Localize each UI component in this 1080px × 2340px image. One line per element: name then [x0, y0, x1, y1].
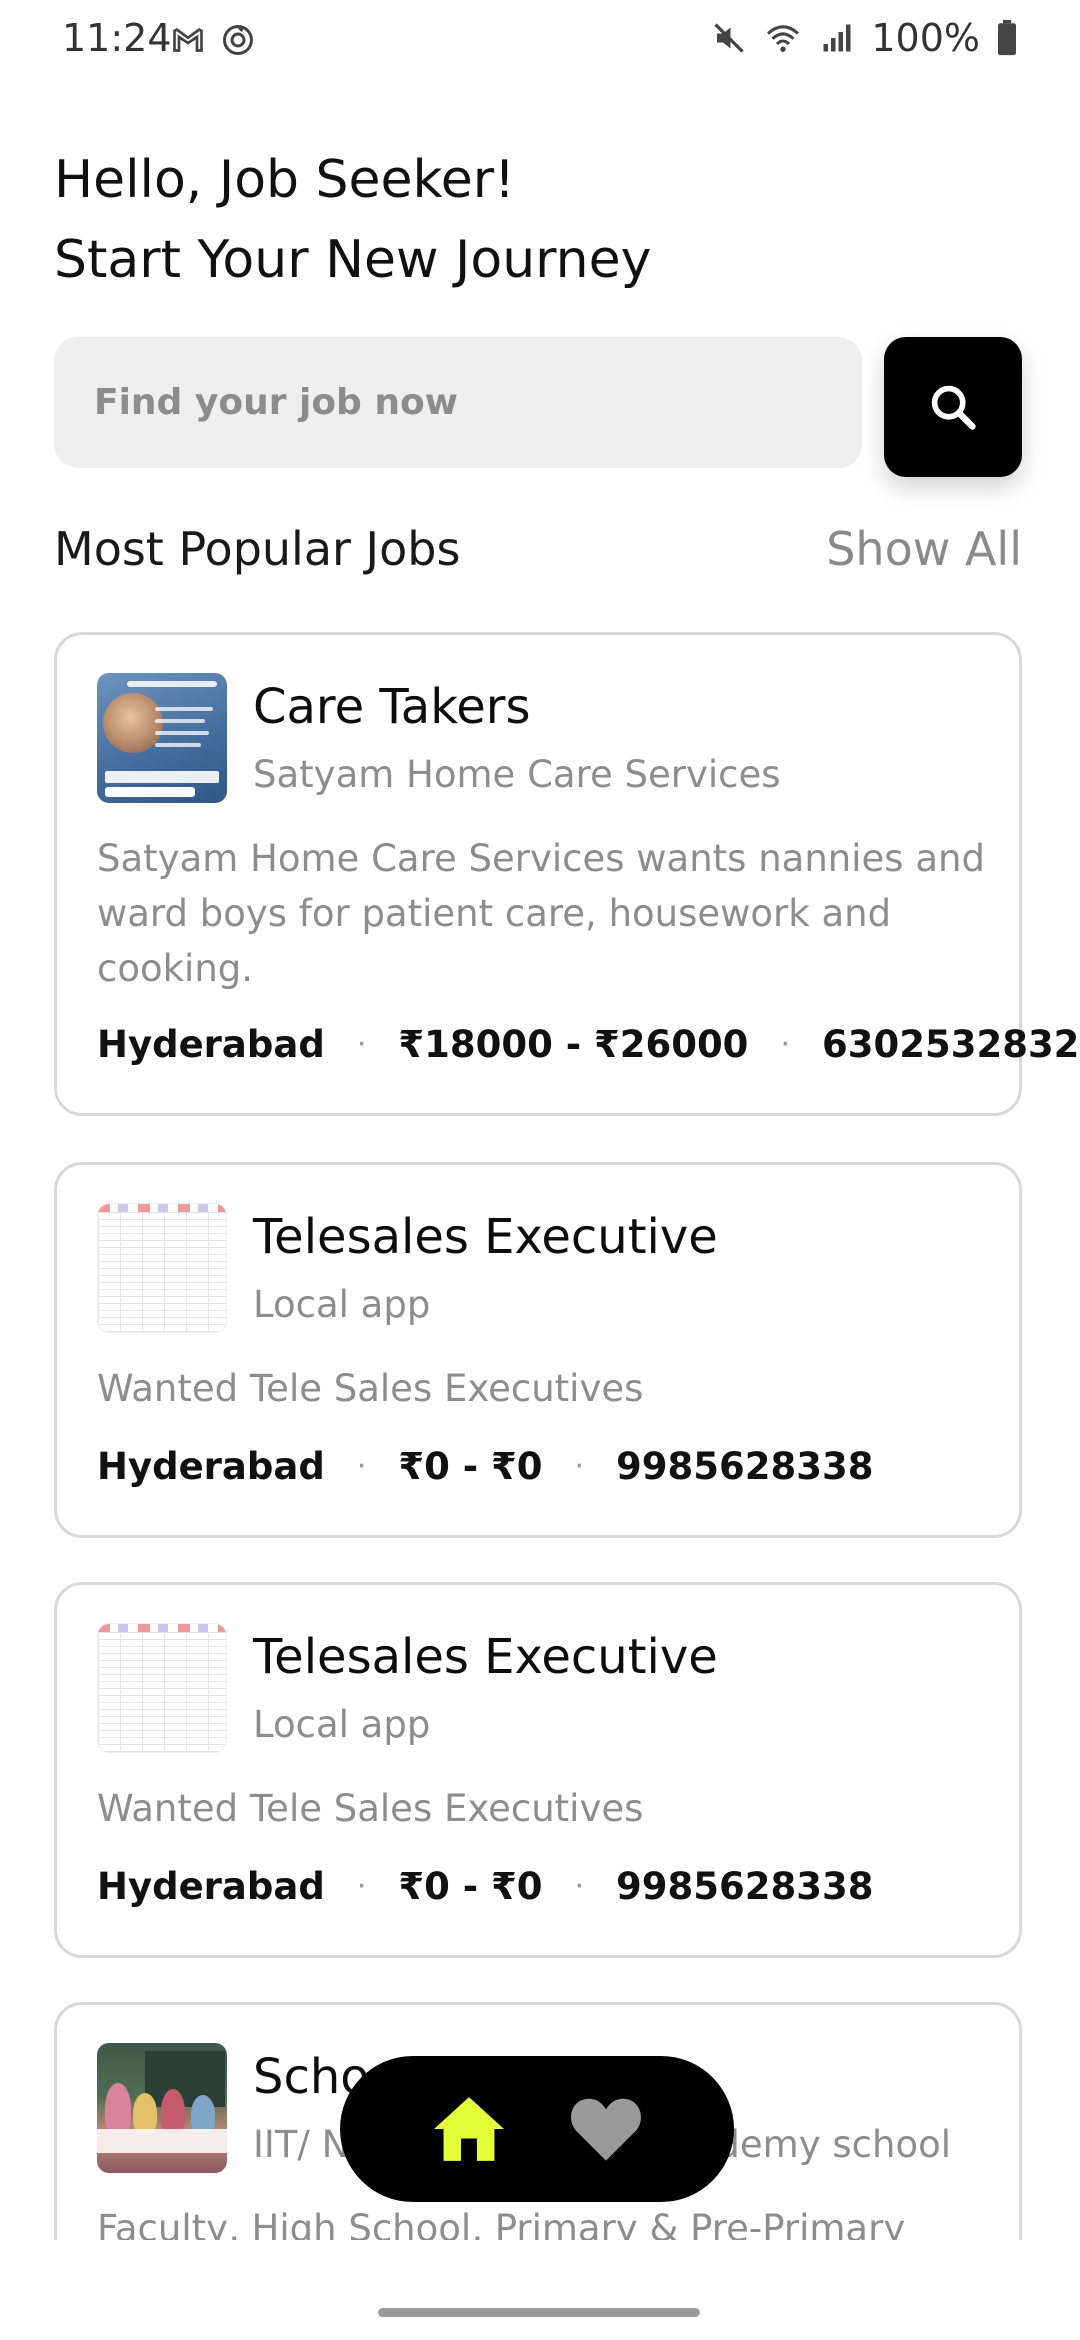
battery-icon	[998, 20, 1016, 56]
job-thumbnail	[97, 1203, 227, 1333]
separator-dot: ·	[574, 1449, 585, 1484]
job-thumbnail	[97, 2043, 227, 2173]
separator-dot: ·	[574, 1869, 585, 1904]
separator-dot: ·	[356, 1027, 367, 1062]
separator-dot: ·	[356, 1869, 367, 1904]
job-title: Telesales Executive	[253, 1629, 718, 1685]
job-title: Telesales Executive	[253, 1209, 718, 1265]
job-salary: ₹18000 - ₹26000	[398, 1023, 749, 1066]
battery-percent: 100%	[871, 16, 980, 60]
job-phone: 9985628338	[616, 1445, 874, 1488]
gmail-icon	[173, 27, 203, 52]
job-thumbnail	[97, 1623, 227, 1753]
job-description: Wanted Tele Sales Executives	[97, 1367, 644, 1410]
section-title: Most Popular Jobs	[54, 522, 461, 576]
job-title: Care Takers	[253, 679, 531, 735]
job-location: Hyderabad	[97, 1865, 325, 1908]
greeting: Hello, Job Seeker! Start Your New Journe…	[54, 140, 651, 300]
mute-icon	[714, 23, 745, 53]
job-meta: Hyderabad · ₹0 - ₹0 · 9985628338	[97, 1865, 873, 1908]
job-meta: Hyderabad · ₹18000 - ₹26000 · 6302532832	[97, 1023, 1079, 1066]
job-phone: 9985628338	[616, 1865, 874, 1908]
job-description: Wanted Tele Sales Executives	[97, 1787, 644, 1830]
job-card[interactable]: Telesales Executive Local app Wanted Tel…	[54, 1582, 1022, 1958]
home-indicator[interactable]	[378, 2308, 700, 2317]
nav-home-button[interactable]	[424, 2084, 514, 2174]
job-meta: Hyderabad · ₹0 - ₹0 · 9985628338	[97, 1445, 873, 1488]
job-company: Satyam Home Care Services	[253, 753, 781, 796]
job-location: Hyderabad	[97, 1023, 325, 1066]
search-button[interactable]	[884, 337, 1022, 477]
job-thumbnail	[97, 673, 227, 803]
job-card[interactable]: Telesales Executive Local app Wanted Tel…	[54, 1162, 1022, 1538]
job-card[interactable]: Care Takers Satyam Home Care Services Sa…	[54, 632, 1079, 1116]
separator-dot: ·	[356, 1449, 367, 1484]
signal-icon	[823, 24, 851, 52]
bottom-safe-area	[0, 2240, 1080, 2340]
status-time: 11:24	[62, 16, 172, 60]
greeting-subtitle: Start Your New Journey	[54, 230, 652, 290]
job-location: Hyderabad	[97, 1445, 325, 1488]
heart-icon	[570, 2098, 641, 2161]
wifi-icon	[767, 25, 800, 52]
separator-dot: ·	[780, 1027, 790, 1062]
job-phone: 6302532832	[821, 1023, 1080, 1066]
job-company: Local app	[253, 1283, 431, 1326]
show-all-link[interactable]: Show All	[826, 522, 1022, 576]
search-input[interactable]	[54, 337, 862, 468]
nav-favorites-button[interactable]	[561, 2084, 651, 2174]
job-salary: ₹0 - ₹0	[398, 1865, 543, 1908]
bottom-nav	[340, 2056, 734, 2202]
status-bar: 11:24 100%	[0, 0, 1080, 80]
job-company: Local app	[253, 1703, 431, 1746]
job-description: Satyam Home Care Services wants nannies …	[97, 837, 985, 990]
sync-icon	[223, 25, 253, 55]
search-icon	[931, 385, 976, 430]
greeting-title: Hello, Job Seeker!	[54, 150, 516, 210]
job-salary: ₹0 - ₹0	[398, 1445, 543, 1488]
home-icon	[433, 2097, 504, 2161]
